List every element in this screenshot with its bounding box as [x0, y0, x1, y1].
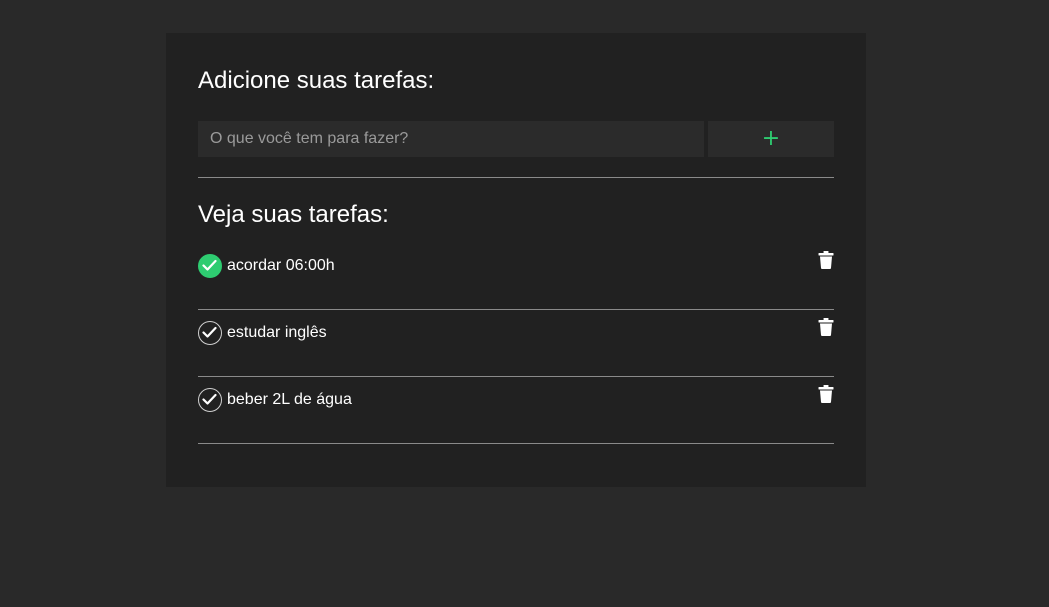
task-list-title: Veja suas tarefas:	[198, 201, 389, 228]
task-text: beber 2L de água	[227, 391, 352, 408]
task-item: estudar inglês	[198, 310, 834, 377]
check-icon	[202, 259, 217, 271]
task-list: acordar 06:00h estudar inglês beber 2L d…	[198, 243, 834, 444]
add-task-form: +	[198, 121, 834, 157]
trash-icon[interactable]	[818, 318, 834, 336]
add-tasks-title: Adicione suas tarefas:	[198, 67, 435, 94]
task-text: acordar 06:00h	[227, 257, 335, 274]
todo-card: Adicione suas tarefas: + Veja suas taref…	[166, 33, 866, 487]
trash-icon[interactable]	[818, 251, 834, 269]
section-divider	[198, 177, 834, 178]
check-icon	[202, 393, 217, 405]
task-item: acordar 06:00h	[198, 243, 834, 310]
task-check-button[interactable]	[198, 388, 222, 412]
task-check-button[interactable]	[198, 321, 222, 345]
task-item: beber 2L de água	[198, 377, 834, 444]
task-check-button[interactable]	[198, 254, 222, 278]
check-icon	[202, 326, 217, 338]
add-task-button[interactable]: +	[708, 121, 834, 157]
task-text: estudar inglês	[227, 324, 327, 341]
plus-icon: +	[761, 126, 781, 151]
trash-icon[interactable]	[818, 385, 834, 403]
task-input[interactable]	[198, 121, 704, 157]
